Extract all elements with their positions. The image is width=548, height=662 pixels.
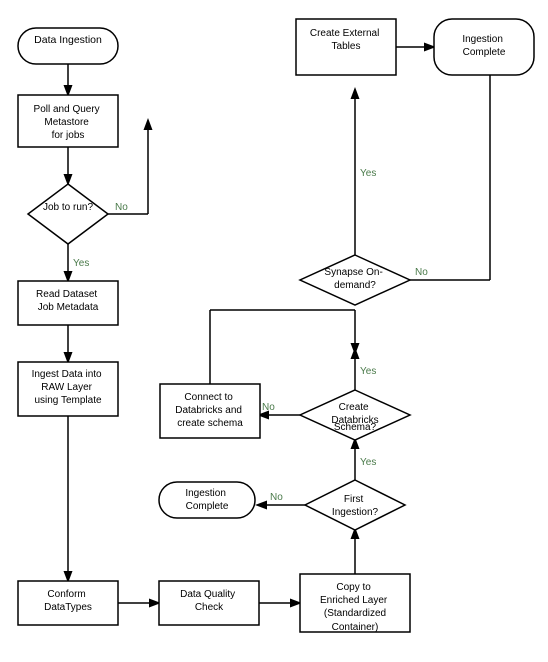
- no-label-databricks: No: [262, 402, 275, 413]
- connect-databricks-label: Connect to Databricks and create schema: [175, 392, 244, 429]
- yes-label-databricks: Yes: [360, 366, 376, 377]
- svg-text:Container): Container): [332, 622, 379, 633]
- no-label-synapse: No: [415, 267, 428, 278]
- flowchart: Data Ingestion Poll and Query Metastore …: [0, 0, 548, 662]
- yes-label-synapse: Yes: [360, 168, 376, 179]
- no-label-job: No: [115, 202, 128, 213]
- no-label-first: No: [270, 492, 283, 503]
- ingest-data-label: Ingest Data into RAW Layer using Templat…: [32, 369, 105, 406]
- job-to-run-label: Job to run?: [43, 202, 93, 213]
- data-ingestion-label: Data Ingestion: [34, 34, 102, 46]
- yes-label-first: Yes: [360, 457, 376, 468]
- svg-text:Schema?: Schema?: [334, 422, 377, 433]
- yes-label-job: Yes: [73, 258, 89, 269]
